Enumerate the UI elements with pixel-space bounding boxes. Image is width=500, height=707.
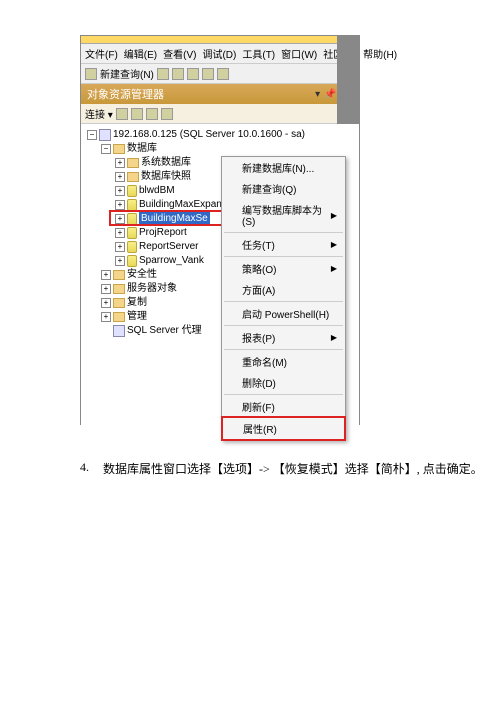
- ctx-policies[interactable]: 策略(O)▶: [222, 258, 345, 279]
- title-bar: [81, 36, 359, 44]
- tree-db[interactable]: ProjReport: [139, 226, 187, 240]
- agent-icon: [113, 325, 125, 337]
- ctx-script[interactable]: 编写数据库脚本为(S)▶: [222, 199, 345, 231]
- expand-icon[interactable]: −: [101, 144, 111, 154]
- newquery-button[interactable]: 新建查询(N): [100, 66, 154, 81]
- menu-debug[interactable]: 调试(D): [202, 46, 236, 61]
- toolbar-icon[interactable]: [202, 68, 214, 80]
- database-icon: [127, 241, 137, 253]
- chevron-right-icon: ▶: [331, 264, 337, 273]
- chevron-right-icon: ▶: [331, 333, 337, 342]
- tree-serverobj[interactable]: 服务器对象: [127, 282, 177, 296]
- chevron-right-icon: ▶: [331, 211, 337, 220]
- database-icon: [127, 227, 137, 239]
- connect-icon[interactable]: [161, 108, 173, 120]
- tree-agent[interactable]: SQL Server 代理: [127, 324, 202, 338]
- highlight-box: [109, 210, 227, 226]
- expand-icon[interactable]: +: [101, 270, 111, 280]
- ctx-properties[interactable]: 属性(R): [221, 416, 346, 441]
- menu-window[interactable]: 窗口(W): [281, 46, 317, 61]
- toolbar-icon[interactable]: [187, 68, 199, 80]
- tree-db[interactable]: ReportServer: [139, 240, 198, 254]
- context-menu: 新建数据库(N)... 新建查询(Q) 编写数据库脚本为(S)▶ 任务(T)▶ …: [221, 156, 346, 441]
- ctx-new-database[interactable]: 新建数据库(N)...: [222, 157, 345, 178]
- panel-title: 对象资源管理器: [87, 86, 164, 102]
- menu-file[interactable]: 文件(F): [85, 46, 118, 61]
- tree-security[interactable]: 安全性: [127, 268, 157, 282]
- toolbar: 新建查询(N): [81, 64, 359, 84]
- ctx-rename[interactable]: 重命名(M): [222, 351, 345, 372]
- tree-management[interactable]: 管理: [127, 310, 147, 324]
- expand-icon[interactable]: +: [115, 200, 125, 210]
- expand-icon[interactable]: +: [115, 228, 125, 238]
- tree-replication[interactable]: 复制: [127, 296, 147, 310]
- ctx-facets[interactable]: 方面(A): [222, 279, 345, 300]
- tree-server[interactable]: 192.168.0.125 (SQL Server 10.0.1600 - sa…: [113, 128, 305, 142]
- database-icon: [127, 185, 137, 197]
- expand-icon[interactable]: +: [115, 158, 125, 168]
- object-explorer-header: 对象资源管理器 ▾ 📌 ✕: [81, 84, 359, 104]
- ctx-new-query[interactable]: 新建查询(Q): [222, 178, 345, 199]
- toolbar-icon[interactable]: [172, 68, 184, 80]
- tree-db[interactable]: blwdBM: [139, 184, 175, 198]
- connect-icon[interactable]: [116, 108, 128, 120]
- ctx-reports[interactable]: 报表(P)▶: [222, 327, 345, 348]
- expand-icon[interactable]: +: [115, 172, 125, 182]
- ssms-window: 文件(F) 编辑(E) 查看(V) 调试(D) 工具(T) 窗口(W) 社区(C…: [80, 35, 360, 425]
- tree-db[interactable]: Sparrow_Vank: [139, 254, 204, 268]
- ctx-refresh[interactable]: 刷新(F): [222, 396, 345, 417]
- step-text: 数据库属性窗口选择【选项】-> 【恢复模式】选择【简朴】, 点击确定。: [103, 460, 483, 477]
- folder-icon: [113, 298, 125, 308]
- folder-icon: [127, 172, 139, 182]
- connect-icon[interactable]: [131, 108, 143, 120]
- expand-icon[interactable]: +: [101, 312, 111, 322]
- tree-sysdb[interactable]: 系统数据库: [141, 156, 191, 170]
- pin-icon[interactable]: 📌: [324, 89, 336, 100]
- menu-view[interactable]: 查看(V): [163, 46, 196, 61]
- dropdown-icon[interactable]: ▾: [315, 89, 320, 100]
- instruction-step: 4. 数据库属性窗口选择【选项】-> 【恢复模式】选择【简朴】, 点击确定。: [80, 460, 500, 477]
- database-icon: [127, 255, 137, 267]
- connect-dropdown[interactable]: 连接 ▾: [85, 106, 113, 121]
- expand-icon[interactable]: +: [115, 242, 125, 252]
- ctx-tasks[interactable]: 任务(T)▶: [222, 234, 345, 255]
- toolbar-icon[interactable]: [157, 68, 169, 80]
- expand-icon[interactable]: +: [101, 284, 111, 294]
- toolbar-icon[interactable]: [217, 68, 229, 80]
- menu-bar: 文件(F) 编辑(E) 查看(V) 调试(D) 工具(T) 窗口(W) 社区(C…: [81, 44, 359, 64]
- expand-icon[interactable]: +: [115, 256, 125, 266]
- server-icon: [99, 129, 111, 141]
- folder-icon: [113, 144, 125, 154]
- folder-icon: [127, 158, 139, 168]
- chevron-right-icon: ▶: [331, 240, 337, 249]
- menu-edit[interactable]: 编辑(E): [124, 46, 157, 61]
- step-number: 4.: [80, 460, 89, 477]
- menu-help[interactable]: 帮助(H): [363, 46, 397, 61]
- connect-bar: 连接 ▾: [81, 104, 359, 124]
- folder-icon: [113, 312, 125, 322]
- folder-icon: [113, 270, 125, 280]
- connect-icon[interactable]: [146, 108, 158, 120]
- tree-databases[interactable]: 数据库: [127, 142, 157, 156]
- ctx-powershell[interactable]: 启动 PowerShell(H): [222, 303, 345, 324]
- newquery-icon[interactable]: [85, 68, 97, 80]
- ctx-delete[interactable]: 删除(D): [222, 372, 345, 393]
- folder-icon: [113, 284, 125, 294]
- expand-icon[interactable]: +: [115, 186, 125, 196]
- menu-tools[interactable]: 工具(T): [242, 46, 275, 61]
- expand-icon[interactable]: +: [101, 298, 111, 308]
- tree-snapshot[interactable]: 数据库快照: [141, 170, 191, 184]
- expand-icon[interactable]: −: [87, 130, 97, 140]
